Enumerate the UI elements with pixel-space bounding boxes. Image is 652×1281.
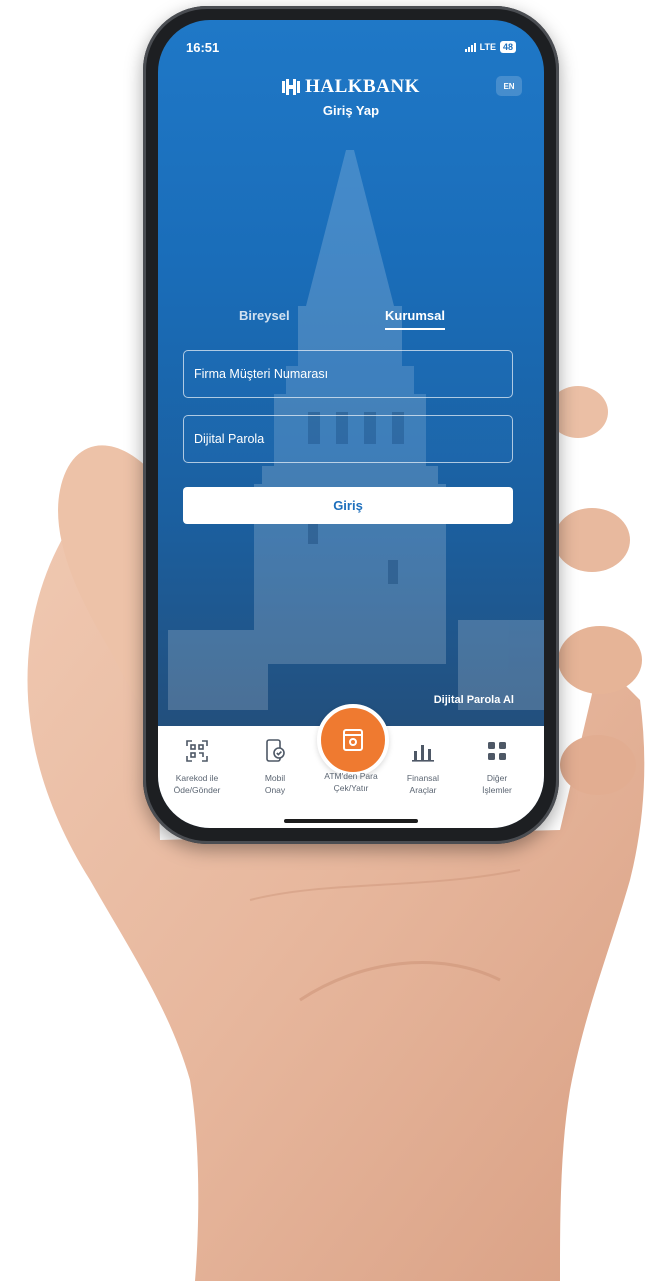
tab-kurumsal[interactable]: Kurumsal [385, 308, 445, 330]
phone-screen: 16:51 LTE 48 HALKBANK Giriş Yap EN Birey… [158, 20, 544, 828]
brand-name: HALKBANK [305, 76, 420, 97]
language-button[interactable]: EN [496, 76, 522, 96]
get-digital-password-link[interactable]: Dijital Parola Al [434, 694, 514, 706]
network-label: LTE [479, 42, 496, 52]
home-indicator [284, 819, 418, 823]
nav-label: Mobil [264, 773, 286, 783]
tab-bireysel[interactable]: Bireysel [239, 308, 290, 328]
login-button[interactable]: Giriş [183, 487, 513, 524]
nav-item-other-transactions[interactable]: Diğer İşlemler [462, 736, 532, 796]
nav-item-qr-pay[interactable]: Karekod ile Öde/Gönder [162, 736, 232, 796]
customer-number-input[interactable]: Firma Müşteri Numarası [183, 350, 513, 398]
mobile-approve-icon [240, 736, 310, 766]
bar-chart-icon [388, 736, 458, 766]
atm-icon [343, 729, 363, 751]
battery-icon: 48 [499, 41, 516, 53]
qr-code-icon [162, 736, 232, 766]
nav-label: Karekod ile [175, 773, 219, 783]
atm-button[interactable] [317, 704, 389, 776]
page-title: Giriş Yap [322, 103, 380, 118]
nav-label: Çek/Yatır [333, 783, 369, 793]
digital-password-input[interactable]: Dijital Parola [183, 415, 513, 463]
grid-icon [462, 736, 532, 766]
signal-icon [464, 42, 476, 52]
bottom-nav: Karekod ile Öde/Gönder Mobil Onay ATM'de… [158, 704, 544, 828]
brand-logo: HALKBANK [282, 76, 420, 98]
nav-item-atm[interactable]: ATM'den Para Çek/Yatır [316, 770, 386, 794]
nav-label: Diğer [486, 773, 508, 783]
header: HALKBANK Giriş Yap [158, 76, 544, 118]
nav-label: Onay [264, 785, 286, 795]
nav-label: Finansal [406, 773, 440, 783]
nav-label: İşlemler [482, 785, 512, 795]
halkbank-logo-icon [282, 79, 301, 95]
status-indicators: LTE 48 [464, 41, 516, 53]
nav-label: Öde/Gönder [173, 785, 221, 795]
login-type-tabs: Bireysel Kurumsal [158, 308, 544, 332]
status-bar: 16:51 LTE 48 [158, 40, 544, 60]
status-time: 16:51 [186, 40, 220, 55]
nav-label: Araçlar [409, 785, 437, 795]
nav-item-financial-tools[interactable]: Finansal Araçlar [388, 736, 458, 796]
nav-item-mobile-approve[interactable]: Mobil Onay [240, 736, 310, 796]
nav-label: ATM'den Para [324, 771, 378, 781]
